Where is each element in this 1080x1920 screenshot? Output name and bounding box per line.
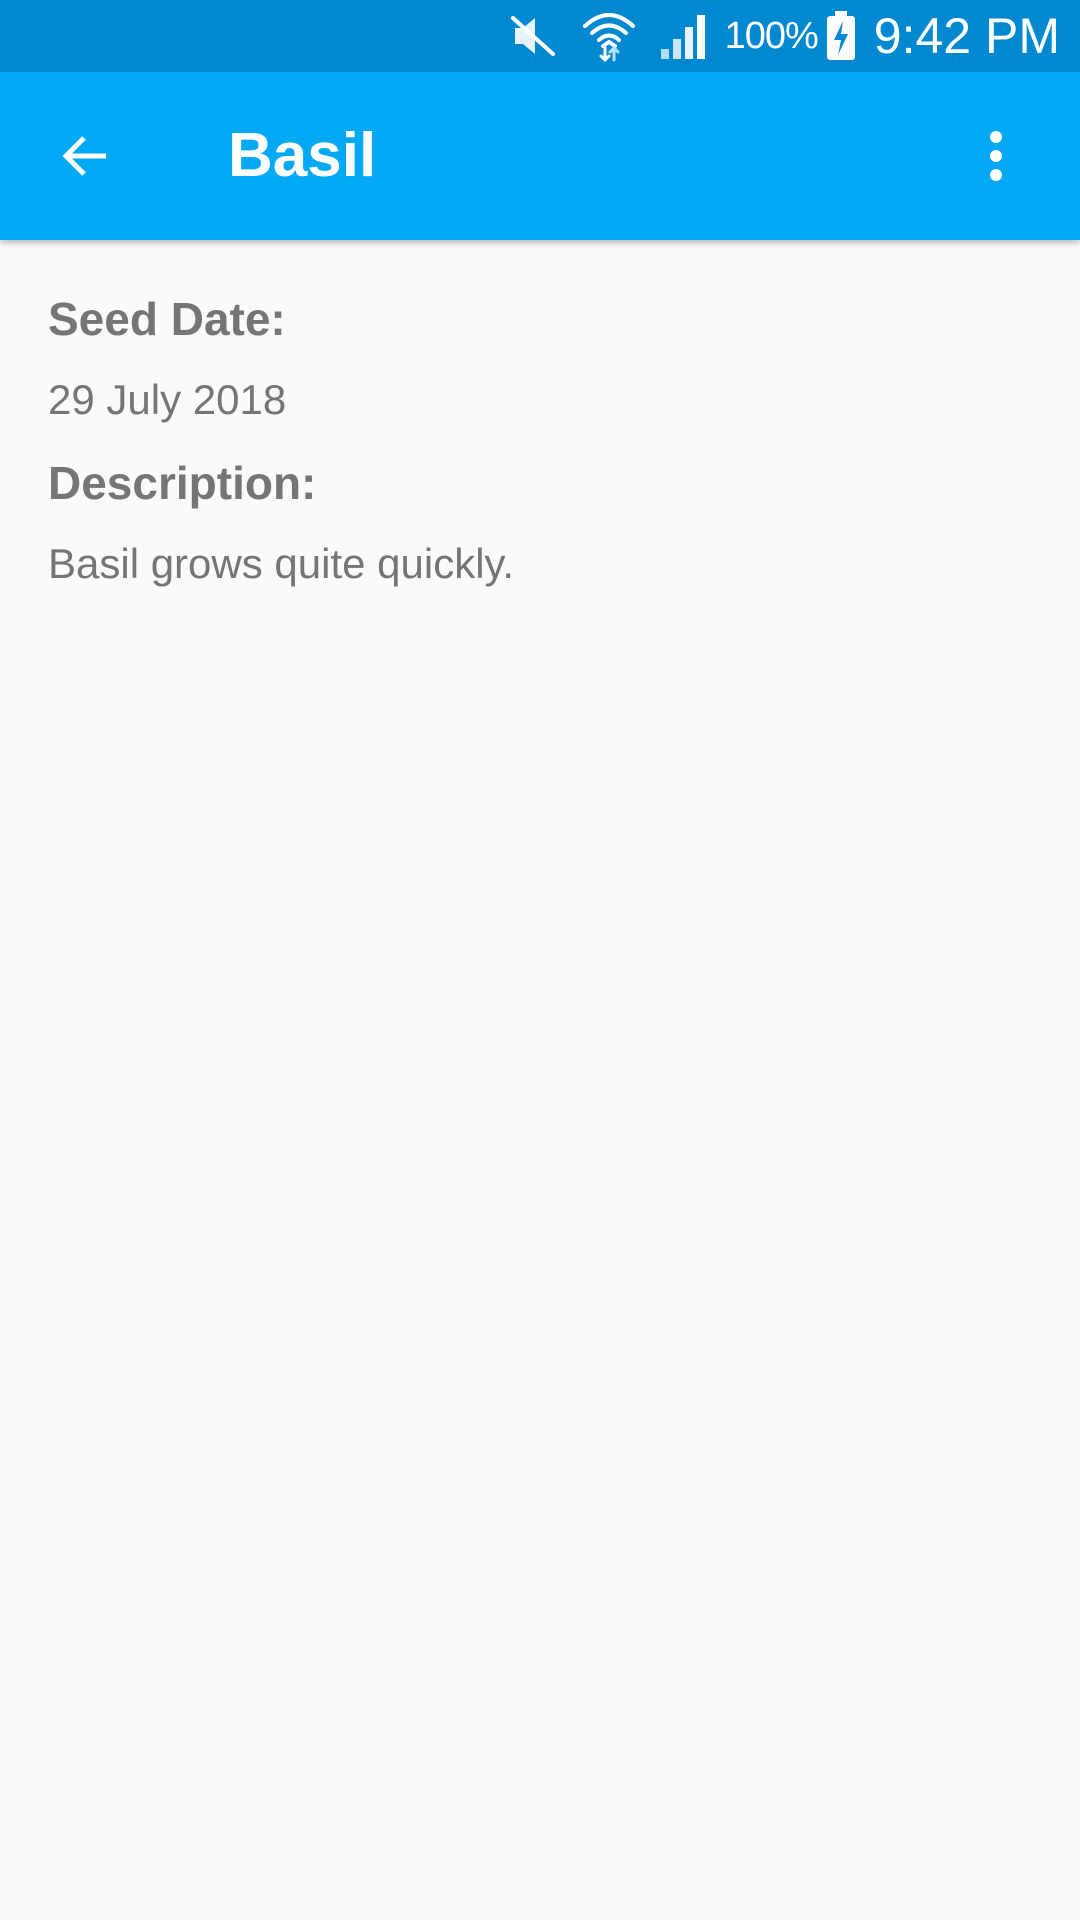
mute-icon (510, 16, 555, 56)
arrow-back-icon (62, 136, 106, 176)
seed-date-label: Seed Date: (48, 293, 286, 345)
seed-date-value: 29 July 2018 (48, 376, 287, 424)
back-button[interactable] (40, 112, 128, 200)
status-time: 9:42 PM (873, 8, 1060, 64)
more-vert-icon (990, 131, 1002, 181)
wifi-icon (582, 13, 635, 63)
app-bar: Basil (0, 72, 1080, 240)
battery-charging-icon (826, 11, 855, 60)
status-bar: 100% 9:42 PM (0, 0, 1080, 72)
plant-details: Seed Date: 29 July 2018 Description: Bas… (48, 240, 1032, 589)
description-label: Description: (48, 456, 317, 509)
description-value: Basil grows quite quickly. (48, 539, 515, 587)
overflow-menu-button[interactable] (952, 112, 1040, 200)
page-title: Basil (228, 121, 377, 190)
status-icons: 100% 9:42 PM (507, 0, 1060, 72)
signal-icon (660, 15, 705, 59)
battery-percent: 100% (724, 14, 819, 57)
